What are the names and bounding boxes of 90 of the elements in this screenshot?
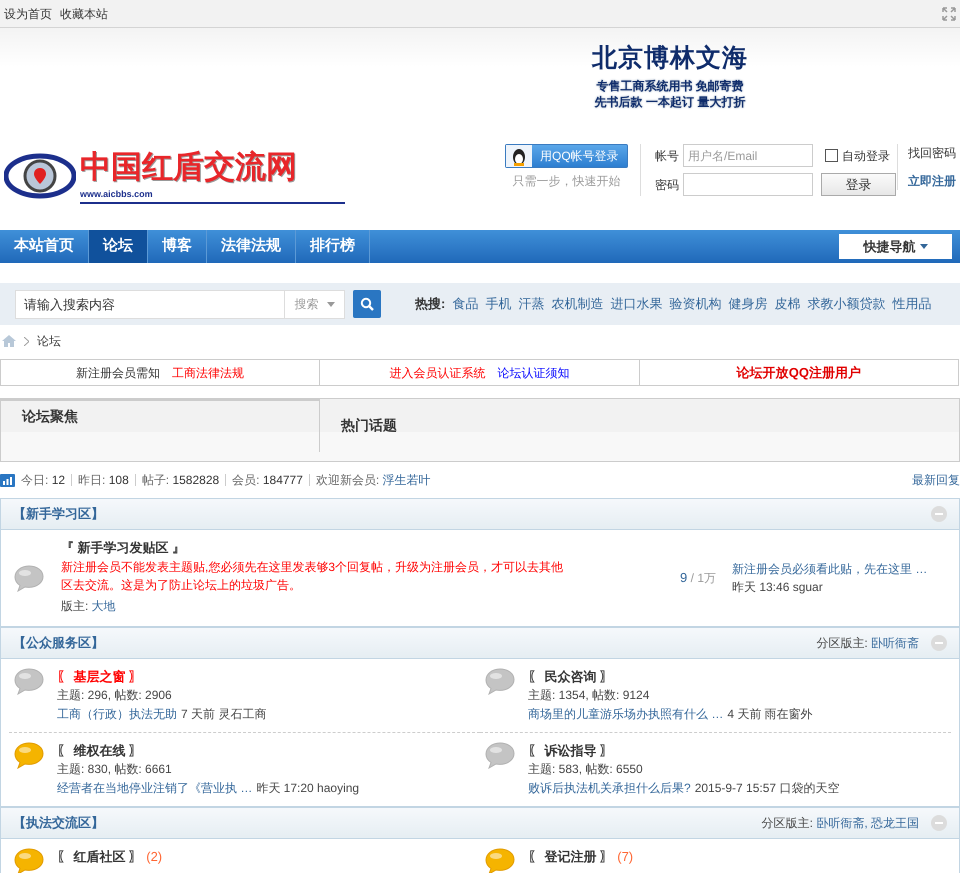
forum-title[interactable]: 〖 基层之窗 〗 [57,666,142,686]
hot-search-link[interactable]: 皮棉 [774,294,800,314]
stat-text: 今日: 12 [21,472,66,489]
register-link[interactable]: 立即注册 [908,172,956,190]
expand-icon[interactable] [942,6,956,20]
caret-icon [326,302,334,306]
nav-tab[interactable]: 论坛 [89,230,148,263]
stat-text: 帖子: 1582828 [142,472,220,489]
logo-title: 中国红盾交流网 [80,148,298,186]
search-icon [360,297,374,311]
collapse-icon[interactable] [931,814,947,830]
notice-link[interactable]: 进入会员认证系统 [389,364,486,382]
hot-search-link[interactable]: 性用品 [892,294,932,314]
notice-link[interactable]: 新注册会员需知 [76,364,160,382]
section-title[interactable]: 【执法交流区】 [13,812,104,832]
forum-stats: 主题: 1354, 帖数: 9124 [528,686,650,704]
hot-search-link[interactable]: 食品 [452,294,478,314]
logo-url: www.aicbbs.com [80,188,345,204]
forgot-password-link[interactable]: 找回密码 [908,144,956,162]
auto-login-checkbox[interactable] [825,149,838,162]
last-post-meta: 昨天 17:20 haoying [256,780,360,796]
ad-slogan: 专售工商系统用书 免邮寄费 [596,78,744,94]
hot-search-link[interactable]: 农机制造 [551,294,604,314]
username-label: 帐号 [655,148,679,164]
hot-search-link[interactable]: 汗蒸 [518,294,544,314]
chevron-icon [24,336,29,346]
last-post-link[interactable]: 经营者在当地停业注销了《营业执 … [57,778,252,798]
quick-nav-button[interactable]: 快捷导航 [839,234,952,259]
last-post-link[interactable]: 工商（行政）执法无助 [57,704,177,724]
forum-title[interactable]: 〖 民众咨询 〗 [528,666,614,686]
hot-search-link[interactable]: 手机 [485,294,512,314]
section-title[interactable]: 【新手学习区】 [13,504,104,524]
qq-login-hint: 只需一步，快速开始 [512,173,620,190]
notice-link[interactable]: 论坛认证须知 [497,364,570,382]
password-field[interactable] [683,173,813,196]
breadcrumb-link[interactable]: 论坛 [37,332,61,350]
auto-login-label: 自动登录 [842,148,890,164]
forum-title[interactable]: 〖 维权在线 〗 [57,740,142,760]
section-moderators: 分区版主: 卧听衙斋, 恐龙王国 [762,814,919,832]
home-icon[interactable] [2,335,16,347]
focus-tab[interactable]: 论坛聚焦 [1,399,320,452]
stat-text: 昨日: 108 [78,472,129,489]
hot-search-link[interactable]: 求教小额贷款 [807,294,886,314]
stat-text: 会员: 184777 [232,472,303,489]
search-button[interactable] [353,290,381,318]
section-moderators: 分区版主: 卧听衙斋 [816,634,919,652]
section-title[interactable]: 【公众服务区】 [13,632,104,652]
nav-tab[interactable]: 排行榜 [296,230,370,263]
today-count: (2) [146,848,162,866]
last-post-meta: 昨天 13:46 sguar [732,578,824,596]
forum-title[interactable]: 〖 红盾社区 〗 [57,846,142,866]
nav-tab[interactable]: 法律法规 [207,230,296,263]
today-count: (7) [617,848,634,866]
forum-stats: 主题: 583, 帖数: 6550 [528,760,644,778]
qq-login-button[interactable]: 用QQ帐号登录 [505,144,628,168]
nav-tab[interactable]: 博客 [148,230,207,263]
caret-icon [920,244,928,249]
collapse-icon[interactable] [931,506,947,522]
focus-tab[interactable]: 热门话题 [320,399,418,461]
last-post-meta: 4 天前 雨在窗外 [727,706,813,722]
forum-title[interactable]: 〖 登记注册 〗 [528,846,614,866]
username-field[interactable]: 用户名/Email [683,144,813,167]
forum-title[interactable]: 〖 诉讼指导 〗 [528,740,614,760]
last-post-meta: 2015-9-7 15:57 口袋的天空 [694,780,840,796]
collapse-icon[interactable] [931,634,947,650]
hot-search-link[interactable]: 验资机构 [669,294,722,314]
last-post-link[interactable]: 商场里的儿童游乐场办执照有什么 … [528,704,724,724]
last-post-meta: 7 天前 灵石工商 [181,706,266,722]
last-post-link[interactable]: 败诉后执法机关承担什么后果? [528,778,691,798]
hot-search-link[interactable]: 进口水果 [610,294,662,314]
last-post-link[interactable]: 新注册会员必须看此贴，先在这里 … [732,560,947,578]
hot-search-label: 热搜: [415,295,446,314]
forum-stats: 主题: 296, 帖数: 2906 [57,686,173,704]
notice-link[interactable]: 工商法律法规 [172,364,244,382]
forum-stats: 主题: 830, 帖数: 6661 [57,760,173,778]
ad-slogan: 先书后款 一本起订 量大打折 [594,94,746,110]
forum-counts: 9 / 1万 [679,569,716,587]
forum-description: 新注册会员不能发表主题贴,您必须先在这里发表够3个回复帖，升级为注册会员，才可以去其他区去交流。这是为了防止论坛上的垃圾广告。 [61,558,564,594]
hot-search-link[interactable]: 健身房 [728,294,768,314]
new-member-text: 欢迎新会员: 浮生若叶 [316,472,431,489]
top-link[interactable]: 收藏本站 [60,4,108,22]
forum-moderator: 版主: 大地 [61,598,116,612]
penguin-icon [506,145,532,167]
password-label: 密码 [655,176,679,194]
ad-title: 北京博林文海 [592,43,748,74]
notice-link[interactable]: 论坛开放QQ注册用户 [736,362,861,382]
top-link[interactable]: 设为首页 [4,4,52,22]
forum-title[interactable]: 『 新手学习发贴区 』 [61,538,571,558]
latest-replies-link[interactable]: 最新回复 [912,471,960,489]
login-button[interactable]: 登录 [821,173,896,196]
